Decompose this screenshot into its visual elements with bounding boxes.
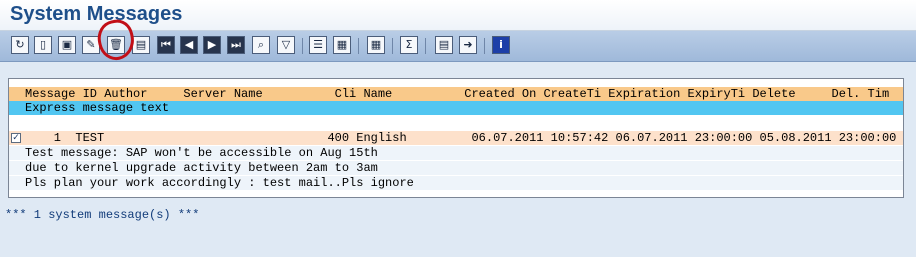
save-icon[interactable]: ▣ (58, 36, 76, 54)
status-footer: *** 1 system message(s) *** (5, 208, 200, 222)
subheader-row: Express message text (9, 101, 903, 115)
create-icon[interactable]: ▯ (34, 36, 52, 54)
message-text-line: due to kernel upgrade activity between 2… (9, 161, 903, 175)
express-text-header: Express message text (25, 101, 170, 115)
view-list-icon[interactable]: ☰ (309, 36, 327, 54)
message-text-line: Test message: SAP won't be accessible on… (9, 146, 903, 160)
details-icon[interactable]: ▤ (132, 36, 150, 54)
toolbar-separator (302, 38, 303, 54)
next-page-icon[interactable]: ▶ (203, 36, 221, 54)
previous-page-icon[interactable]: ◀ (180, 36, 198, 54)
find-icon[interactable]: ⌕ (252, 36, 270, 54)
toolbar-separator (425, 38, 426, 54)
column-headers: Message ID Author Server Name Cli Name C… (25, 87, 890, 101)
toolbar-separator (358, 38, 359, 54)
table-row[interactable]: ✓ 1 TEST 400 English 06.07.2011 10:57:42… (9, 131, 903, 145)
message-list: Message ID Author Server Name Cli Name C… (8, 78, 904, 198)
first-page-icon[interactable]: ⏮ (157, 36, 175, 54)
grid-icon[interactable]: ▦ (367, 36, 385, 54)
filter-icon[interactable]: ▽ (277, 36, 295, 54)
row-select-checkbox[interactable]: ✓ (11, 133, 21, 143)
send-icon[interactable]: ➜ (459, 36, 477, 54)
column-header-row: Message ID Author Server Name Cli Name C… (9, 87, 903, 101)
sum-icon[interactable]: Σ (400, 36, 418, 54)
page-title: System Messages (10, 3, 183, 25)
message-text-2: due to kernel upgrade activity between 2… (25, 161, 378, 175)
last-page-icon[interactable]: ⏭ (227, 36, 245, 54)
info-icon[interactable]: i (492, 36, 510, 54)
title-bar: System Messages (0, 0, 916, 31)
export-icon[interactable]: ▦ (333, 36, 351, 54)
refresh-icon[interactable]: ↻ (11, 36, 29, 54)
application-toolbar: ↻ ▯ ▣ ✎ 🗑 ▤ ⏮ ◀ ▶ ⏭ ⌕ ▽ ☰ ▦ ▦ Σ ▤ ➜ i (0, 31, 916, 62)
toolbar-separator (484, 38, 485, 54)
message-text-3: Pls plan your work accordingly : test ma… (25, 176, 414, 190)
toolbar-separator (392, 38, 393, 54)
message-text-line: Pls plan your work accordingly : test ma… (9, 176, 903, 190)
message-row-values: 1 TEST 400 English 06.07.2011 10:57:42 0… (25, 131, 897, 145)
message-text-1: Test message: SAP won't be accessible on… (25, 146, 378, 160)
print-icon[interactable]: ▤ (435, 36, 453, 54)
